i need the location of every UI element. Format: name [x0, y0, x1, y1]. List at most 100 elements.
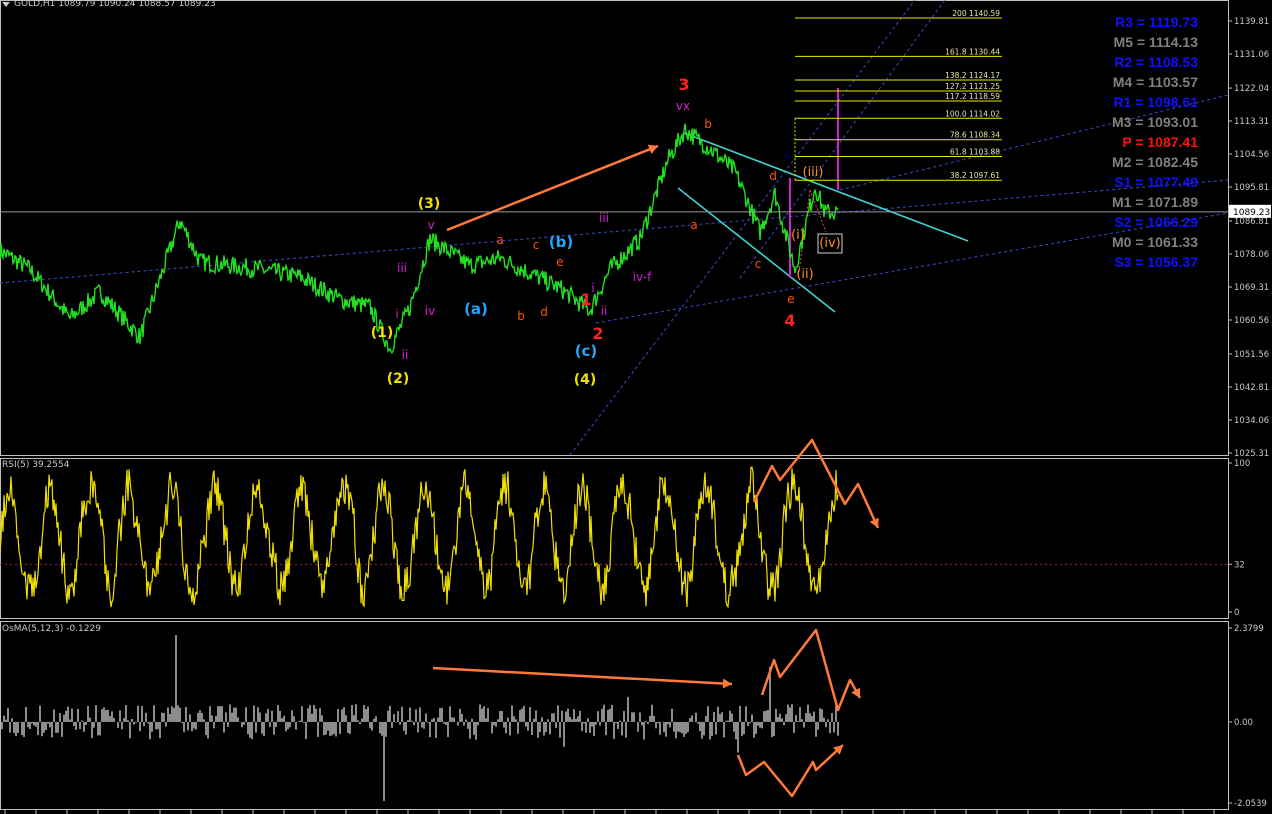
- osma-projection-arrow-upper: [760, 628, 862, 712]
- price-tick-label: 1122.04: [1234, 84, 1269, 94]
- rsi-panel-frame: [0, 458, 1229, 619]
- wave-label: (iv): [819, 236, 840, 251]
- price-tick-label: 1051.56: [1234, 350, 1269, 360]
- fib-level-label: 100.0 1114.02: [945, 109, 1000, 118]
- panel-frames: [0, 0, 1229, 814]
- wave-label: (ii): [796, 267, 813, 282]
- wave-label: (i): [791, 228, 805, 243]
- wave-label: (b): [549, 233, 573, 251]
- rsi-projection-arrow: [752, 438, 880, 529]
- osma-divergence-arrow: [432, 666, 733, 686]
- price-tick-label: 1131.06: [1234, 50, 1269, 60]
- rsi-series: [0, 466, 1228, 609]
- pivot-level: M2 = 1082.45: [1111, 154, 1198, 170]
- fib-level-label: 78.6 1108.34: [950, 131, 1000, 140]
- wave-label: c: [533, 238, 540, 252]
- osma-tick-label: 2.3799: [1234, 624, 1264, 634]
- pivot-level: S2 = 1066.29: [1114, 214, 1198, 230]
- fib-level-label: 200 1140.59: [952, 9, 1000, 18]
- osma-panel-frame: [0, 621, 1229, 810]
- osma-header: OsMA(5,12,3) -0.1229: [2, 624, 101, 634]
- fib-level-label: 161.8 1130.44: [945, 47, 1000, 56]
- wedge-upper-line: [683, 132, 969, 242]
- price-tick-label: 1104.56: [1234, 150, 1269, 160]
- wave-label: iv-f: [633, 270, 652, 284]
- rsi-tick-label: 100: [1234, 459, 1250, 469]
- price-tick-label: 1042.81: [1234, 383, 1269, 393]
- price-tick-label: 1095.81: [1234, 183, 1269, 193]
- wave-label: d: [769, 169, 777, 183]
- wave-label: 3: [678, 75, 689, 94]
- symbol-dropdown-icon[interactable]: [2, 2, 10, 7]
- wave-label: v: [427, 218, 434, 232]
- wave-label: ii: [402, 348, 409, 362]
- fib-level-label: 117.2 1118.59: [945, 92, 1000, 101]
- wave-label: iii: [397, 261, 407, 275]
- wave-label: (2): [387, 371, 410, 387]
- pivot-level: P = 1087.41: [1122, 134, 1198, 150]
- current-price-label: 1089.23: [1233, 208, 1270, 218]
- pivot-level: M5 = 1114.13: [1113, 34, 1198, 50]
- pivot-level: S1 = 1077.49: [1114, 174, 1198, 190]
- pivot-level: M0 = 1061.33: [1111, 234, 1198, 250]
- wave-label: b: [704, 117, 712, 131]
- pivot-level: M1 = 1071.89: [1111, 194, 1198, 210]
- price-tick-label: 1086.81: [1234, 217, 1269, 227]
- wave-label: d: [540, 305, 548, 319]
- main-header: GOLD,H1 1089.79 1090.24 1088.57 1089.23: [14, 0, 216, 9]
- price-series: [0, 123, 839, 355]
- pivot-level: M4 = 1103.57: [1112, 74, 1198, 90]
- rsi-tick-label: 32: [1234, 560, 1245, 570]
- price-tick-label: 1060.56: [1234, 316, 1269, 326]
- wave-label: (3): [418, 196, 441, 212]
- price-axis: 1139.81 1131.06 1122.04 1113.31 1104.56 1095.…: [0, 17, 1271, 809]
- wave-label: (4): [574, 372, 597, 388]
- price-tick-label: 1078.06: [1234, 250, 1269, 260]
- trend-up-arrow: [446, 144, 659, 232]
- rsi-header: RSI(5) 39.2554: [2, 460, 70, 470]
- fibonacci-levels: 200 1140.59 161.8 1130.44 138.2 1124.17 127…: [794, 9, 1002, 181]
- wave-label: 4: [784, 311, 795, 330]
- osma-divergence-arrow-head: [722, 678, 732, 689]
- price-tick-label: 1069.31: [1234, 283, 1269, 293]
- wave-label: b: [517, 309, 525, 323]
- wave-label: a: [690, 218, 697, 232]
- channel-line-dashed: [569, 0, 916, 456]
- pivot-level: S3 = 1056.37: [1114, 254, 1198, 270]
- price-tick-label: 1025.31: [1234, 449, 1269, 459]
- price-line: [0, 123, 839, 355]
- wave-label: e: [787, 292, 794, 306]
- wave-label: (c): [575, 342, 598, 360]
- fib-level-label: 38.2 1097.61: [950, 171, 1000, 180]
- osma-tick-label: 0.00: [1234, 718, 1253, 728]
- osma-projection-arrow-lower: [736, 744, 844, 798]
- pivot-level: R1 = 1098.61: [1113, 94, 1198, 110]
- fib-level-label: 138.2 1124.17: [945, 71, 1000, 80]
- rsi-tick-label: 0: [1234, 608, 1239, 618]
- osma-tick-label: -2.0539: [1234, 799, 1267, 809]
- wave-label: i: [591, 281, 594, 295]
- pivot-level: R2 = 1108.53: [1114, 54, 1198, 70]
- osma-histogram: [0, 635, 839, 801]
- rsi-line: [0, 466, 839, 609]
- wave-label: iv: [425, 304, 435, 318]
- wave-label: (1): [371, 325, 394, 341]
- price-tick-label: 1034.06: [1234, 416, 1269, 426]
- wave-label: 1: [580, 290, 591, 309]
- pivot-level: M3 = 1093.01: [1111, 114, 1198, 130]
- channel-line-dashed: [0, 179, 1229, 284]
- wave-label: (a): [464, 300, 488, 318]
- wave-label: 2: [592, 324, 603, 343]
- price-tick-label: 1139.81: [1234, 17, 1269, 27]
- wave-label: (iii): [803, 165, 824, 180]
- wave-label: vx: [676, 99, 690, 113]
- fib-level-label: 127.2 1121.25: [945, 82, 1000, 91]
- wave-label: iii: [599, 211, 609, 225]
- price-tick-label: 1113.31: [1234, 117, 1269, 127]
- pivot-level: R3 = 1119.73: [1115, 14, 1198, 30]
- fib-level-label: 61.8 1103.88: [950, 148, 1000, 157]
- wave-label: e: [556, 255, 563, 269]
- wave-label: i: [395, 307, 398, 321]
- chart-canvas: 200 1140.59161.8 1130.44138.2 1124.17127…: [0, 0, 1271, 814]
- wave-label: c: [755, 257, 762, 271]
